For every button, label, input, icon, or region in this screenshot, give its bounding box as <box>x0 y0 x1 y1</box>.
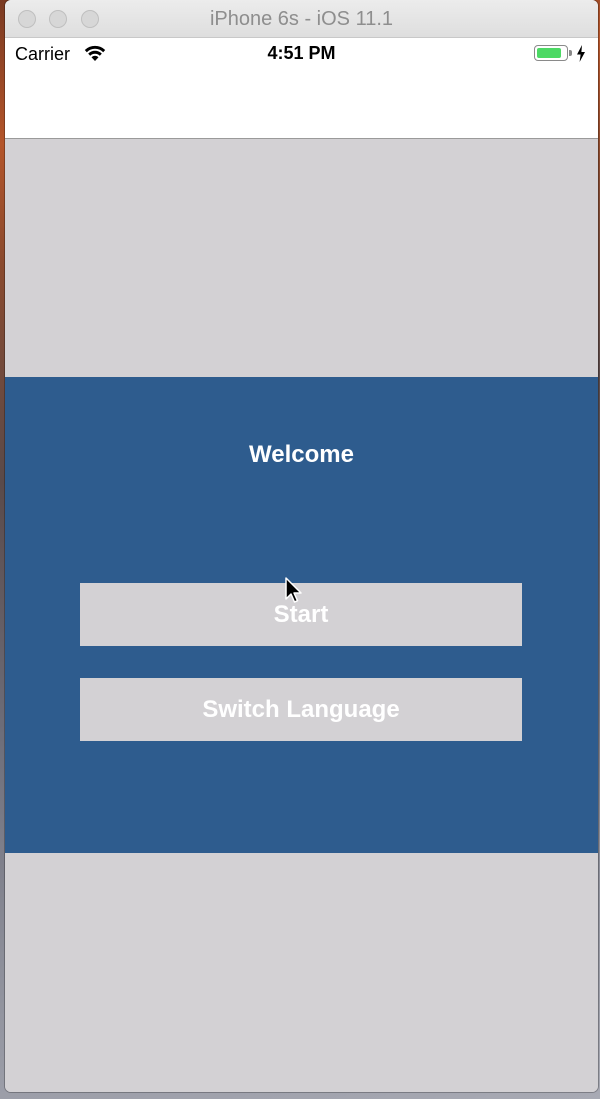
bolt-icon <box>577 45 585 62</box>
window-titlebar: iPhone 6s - iOS 11.1 <box>5 0 598 38</box>
switch-language-button[interactable]: Switch Language <box>80 678 522 741</box>
welcome-panel: Welcome Start Switch Language <box>5 377 598 853</box>
status-time: 4:51 PM <box>267 43 336 63</box>
bottom-spacer <box>5 853 598 1092</box>
status-bar: Carrier 4:51 PM <box>5 38 598 70</box>
battery-nub <box>569 50 572 56</box>
battery-level-fill <box>537 48 561 58</box>
top-spacer <box>5 139 598 377</box>
battery-icon <box>534 45 568 61</box>
simulator-window: iPhone 6s - iOS 11.1 Carrier 4:51 PM Wel… <box>5 0 598 1092</box>
welcome-heading: Welcome <box>249 441 354 468</box>
navigation-bar <box>5 70 598 139</box>
mouse-pointer-icon <box>285 577 302 603</box>
window-title: iPhone 6s - iOS 11.1 <box>209 8 394 30</box>
